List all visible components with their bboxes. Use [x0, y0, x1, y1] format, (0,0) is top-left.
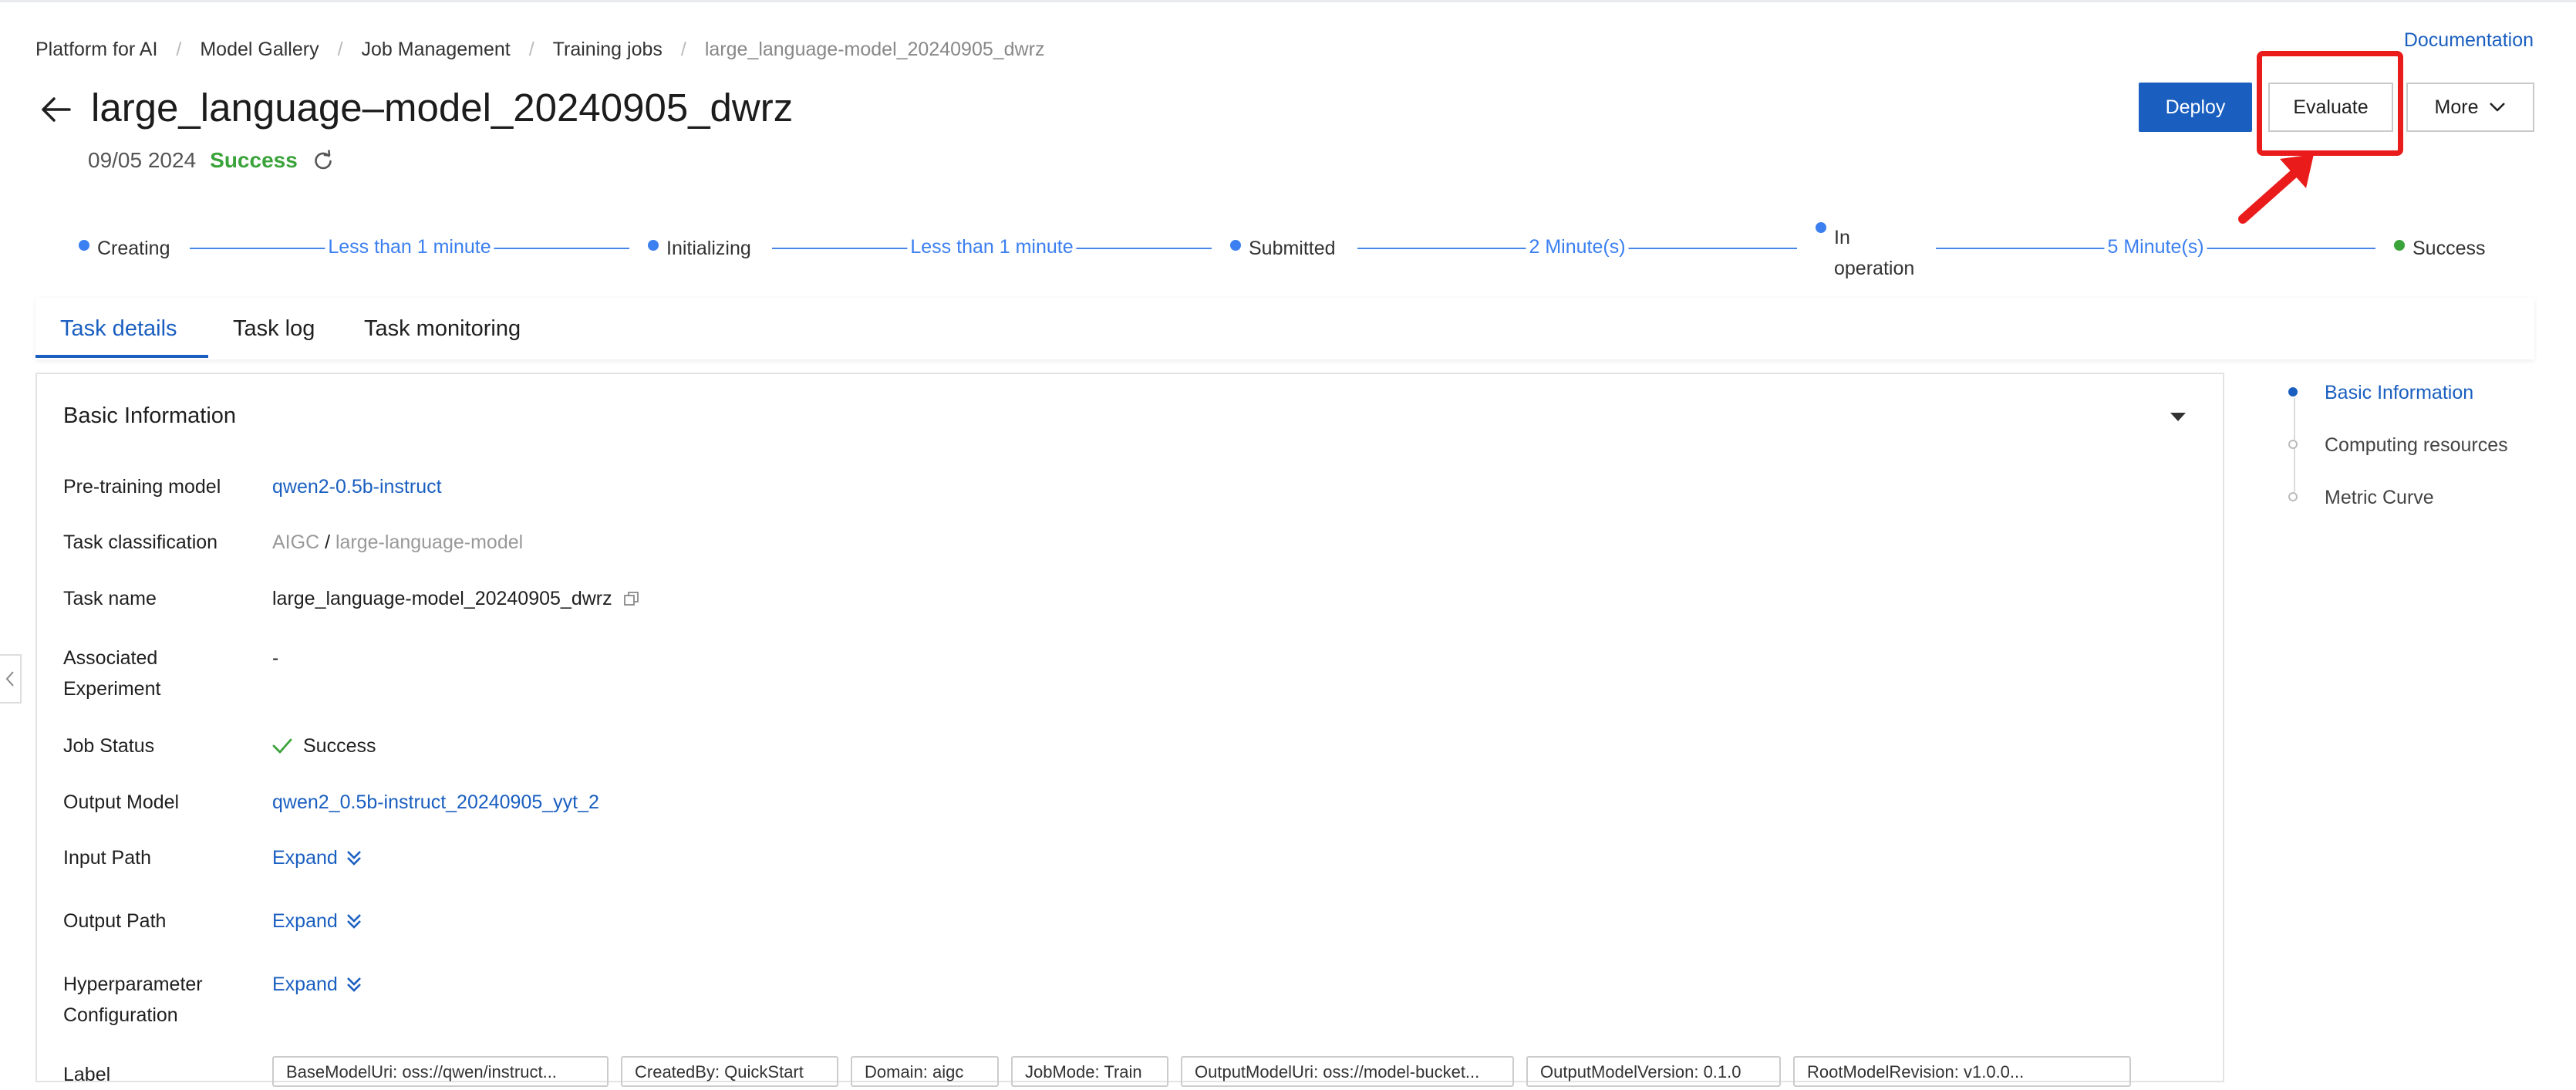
active-tab-indicator — [35, 355, 208, 358]
double-chevron-down-icon — [346, 851, 361, 866]
task-class-separator: / — [319, 532, 335, 553]
step-initializing: Initializing — [666, 238, 751, 259]
basic-information-card: Basic Information Pre-training model qwe… — [35, 373, 2224, 1087]
step-dot-success — [2394, 240, 2405, 251]
expand-label: Expand — [272, 974, 338, 995]
task-name-text: large_language-model_20240905_dwrz — [272, 588, 612, 609]
breadcrumb: Platform for AI / Model Gallery / Job Ma… — [35, 39, 1044, 61]
double-chevron-down-icon — [346, 914, 361, 929]
breadcrumb-training-jobs[interactable]: Training jobs — [553, 39, 663, 61]
anchor-dot — [2288, 492, 2298, 501]
breadcrumb-current: large_language-model_20240905_dwrz — [704, 39, 1045, 60]
expand-label: Expand — [272, 910, 338, 932]
collapse-caret-icon[interactable] — [2170, 413, 2186, 421]
documentation-link[interactable]: Documentation — [2404, 29, 2534, 52]
task-class-secondary: large-language-model — [335, 532, 524, 553]
tab-task-monitoring[interactable]: Task monitoring — [364, 316, 521, 342]
tab-task-log[interactable]: Task log — [233, 316, 315, 342]
duration-label: Less than 1 minute — [325, 236, 494, 258]
job-meta: 09/05 2024 Success — [88, 148, 335, 173]
label-tag: JobMode: Train — [1011, 1056, 1168, 1087]
chevron-down-icon — [2490, 103, 2506, 112]
task-classification-value: AIGC / large-language-model — [272, 527, 523, 558]
output-path-expand[interactable]: Expand — [272, 906, 362, 936]
tab-bar: Task details Task log Task monitoring — [35, 298, 2534, 359]
breadcrumb-separator: / — [680, 39, 686, 60]
breadcrumb-platform[interactable]: Platform for AI — [35, 39, 157, 61]
copy-icon[interactable] — [623, 590, 640, 607]
double-chevron-down-icon — [346, 977, 361, 992]
anchor-computing-resources[interactable]: Computing resources — [2325, 434, 2508, 457]
card-title: Basic Information — [63, 403, 237, 428]
deploy-button[interactable]: Deploy — [2139, 83, 2252, 132]
step-submitted: Submitted — [1249, 238, 1336, 259]
chevron-left-icon — [5, 671, 14, 687]
expand-label: Expand — [272, 847, 338, 869]
duration-label: 5 Minute(s) — [2104, 236, 2207, 258]
step-in-operation: In operation — [1834, 227, 1915, 279]
task-name-label: Task name — [63, 588, 157, 609]
hyperparameter-label: Hyperparameter Configuration — [63, 974, 203, 1026]
tab-task-details[interactable]: Task details — [60, 316, 177, 342]
step-dot-in-operation — [1816, 222, 1826, 233]
more-button-label: More — [2434, 96, 2479, 118]
anchor-basic-information[interactable]: Basic Information — [2325, 382, 2473, 404]
job-status-text: Success — [210, 148, 298, 172]
job-status-text-value: Success — [303, 735, 376, 757]
breadcrumb-separator: / — [176, 39, 182, 60]
annotation-highlight-box — [2257, 51, 2403, 156]
label-tag: BaseModelUri: oss://qwen/instruct... — [272, 1056, 609, 1087]
job-status-value: Success — [272, 731, 376, 761]
task-class-primary: AIGC — [272, 532, 320, 553]
breadcrumb-model-gallery[interactable]: Model Gallery — [200, 39, 319, 61]
label-tag: OutputModelVersion: 0.1.0 — [1526, 1056, 1781, 1087]
step-dot-submitted — [1230, 240, 1241, 251]
anchor-dot — [2288, 440, 2298, 449]
label-tag: Domain: aigc — [851, 1056, 999, 1087]
anchor-dot — [2288, 387, 2298, 397]
step-dot-initializing — [648, 240, 659, 251]
refresh-icon[interactable] — [312, 149, 335, 172]
top-divider — [0, 0, 2576, 2]
anchor-metric-curve[interactable]: Metric Curve — [2325, 487, 2434, 509]
task-name-value: large_language-model_20240905_dwrz — [272, 583, 640, 614]
hyperparameter-expand[interactable]: Expand — [272, 969, 362, 1000]
more-button[interactable]: More — [2406, 83, 2534, 132]
step-creating: Creating — [97, 238, 170, 259]
pretrain-model-link[interactable]: qwen2-0.5b-instruct — [272, 471, 442, 502]
sidebar-collapse-handle[interactable] — [0, 654, 22, 704]
label-tag: CreatedBy: QuickStart — [621, 1056, 838, 1087]
breadcrumb-separator: / — [337, 39, 343, 60]
back-arrow-icon[interactable] — [37, 91, 74, 128]
duration-label: Less than 1 minute — [907, 236, 1077, 258]
output-model-link[interactable]: qwen2_0.5b-instruct_20240905_yyt_2 — [272, 787, 599, 818]
annotation-arrow-icon — [2238, 154, 2314, 224]
label-tag: RootModelRevision: v1.0.0... — [1793, 1056, 2131, 1087]
breadcrumb-job-management[interactable]: Job Management — [362, 39, 511, 61]
pretrain-model-label: Pre-training model — [63, 476, 221, 498]
step-dot-creating — [79, 240, 89, 251]
input-path-expand[interactable]: Expand — [272, 842, 362, 873]
step-success: Success — [2412, 238, 2486, 259]
breadcrumb-separator: / — [528, 39, 534, 60]
label-field-label: Label — [63, 1064, 111, 1085]
input-path-label: Input Path — [63, 847, 151, 869]
output-path-label: Output Path — [63, 910, 167, 932]
check-icon — [272, 738, 292, 754]
duration-label: 2 Minute(s) — [1526, 236, 1629, 258]
page-title: large_language–model_20240905_dwrz — [91, 86, 794, 130]
job-status-label: Job Status — [63, 735, 155, 757]
associated-experiment-value: - — [272, 647, 279, 669]
label-tag: OutputModelUri: oss://model-bucket... — [1181, 1056, 1514, 1087]
output-model-label: Output Model — [63, 791, 180, 813]
task-classification-label: Task classification — [63, 532, 218, 553]
job-date: 09/05 2024 — [88, 148, 197, 172]
associated-experiment-label: Associated Experiment — [63, 647, 161, 700]
